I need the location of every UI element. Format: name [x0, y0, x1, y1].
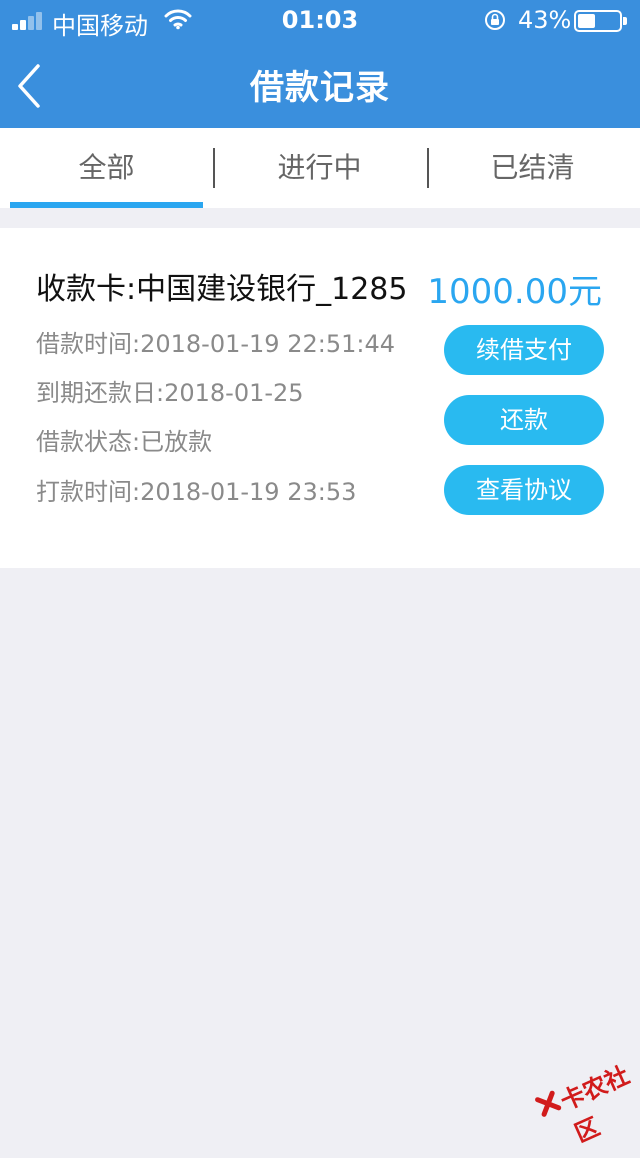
tab-all-label: 全部	[78, 151, 135, 184]
borrow-time: 借款时间:2018-01-19 22:51:44	[36, 330, 395, 358]
watermark: 卡农社区	[525, 1038, 640, 1148]
tab-bar: 全部 进行中 已结清	[0, 128, 640, 208]
battery-percent: 43%	[518, 6, 572, 34]
battery-icon	[574, 10, 627, 32]
loan-amount: 1000.00元	[427, 272, 602, 312]
tab-in-progress[interactable]: 进行中	[213, 128, 426, 208]
renew-payment-button[interactable]: 续借支付	[444, 325, 604, 375]
active-tab-underline	[10, 202, 203, 208]
loan-status: 借款状态:已放款	[36, 428, 213, 456]
receiving-card-label: 收款卡:中国建设银行_1285	[36, 272, 408, 307]
tab-in-progress-label: 进行中	[277, 151, 362, 184]
watermark-text: 卡农社区	[556, 1060, 634, 1148]
status-bar: 中国移动 01:03 43%	[0, 0, 640, 40]
top-bar: 中国移动 01:03 43% 借款记录	[0, 0, 640, 128]
payment-time: 打款时间:2018-01-19 23:53	[36, 478, 357, 506]
due-date: 到期还款日:2018-01-25	[36, 379, 304, 407]
repay-button[interactable]: 还款	[444, 395, 604, 445]
rotation-lock-icon	[485, 10, 505, 30]
tab-settled[interactable]: 已结清	[426, 128, 639, 208]
tab-settled-label: 已结清	[490, 151, 575, 184]
page-title: 借款记录	[250, 68, 390, 108]
tab-all[interactable]: 全部	[0, 128, 213, 208]
view-agreement-button[interactable]: 查看协议	[444, 465, 604, 515]
loan-record-card: 收款卡:中国建设银行_1285 1000.00元 借款时间:2018-01-19…	[0, 228, 640, 568]
